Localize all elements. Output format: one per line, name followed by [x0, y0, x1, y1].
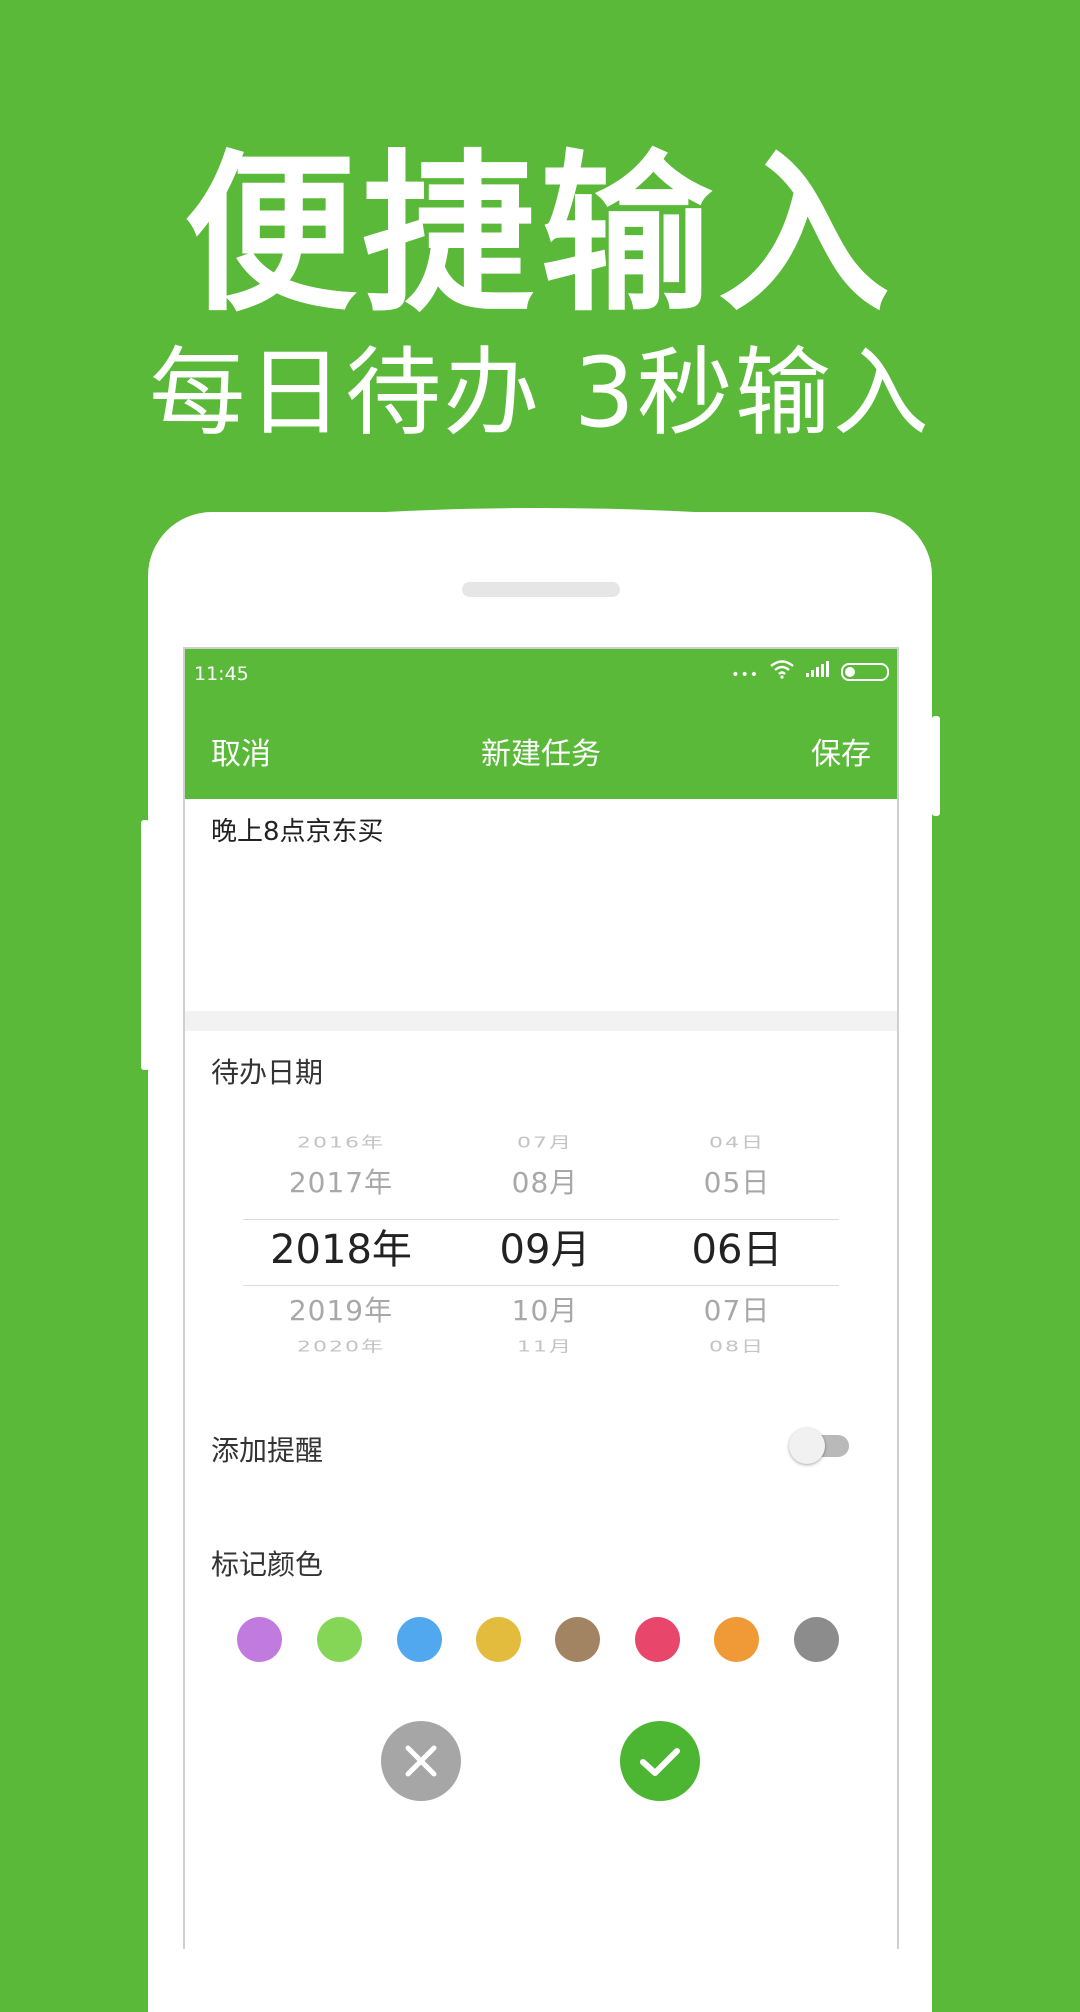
- color-swatches: [237, 1617, 857, 1665]
- status-icons: •••: [731, 659, 889, 684]
- year-option[interactable]: 2019年: [241, 1289, 441, 1329]
- save-button[interactable]: 保存: [811, 729, 871, 773]
- phone-speaker: [462, 582, 620, 597]
- wifi-icon: [769, 659, 795, 684]
- task-input[interactable]: 晚上8点京东买: [211, 811, 384, 848]
- color-swatch-gray[interactable]: [794, 1617, 839, 1662]
- month-option[interactable]: 08月: [445, 1161, 645, 1201]
- month-option[interactable]: 10月: [445, 1289, 645, 1329]
- toggle-knob: [789, 1428, 825, 1464]
- signal-icon: [805, 660, 831, 683]
- app-bar: 取消 新建任务 保存: [185, 699, 897, 799]
- cancel-circle-button[interactable]: [381, 1721, 461, 1801]
- day-option[interactable]: 05日: [637, 1161, 837, 1201]
- day-option[interactable]: 04日: [637, 1130, 837, 1152]
- phone-top-curve: [190, 508, 890, 588]
- month-selected[interactable]: 09月: [445, 1217, 645, 1275]
- check-icon: [640, 1748, 680, 1776]
- more-dots-icon: •••: [731, 666, 759, 683]
- color-swatch-brown[interactable]: [555, 1617, 600, 1662]
- year-option[interactable]: 2017年: [241, 1161, 441, 1201]
- month-option[interactable]: 07月: [445, 1130, 645, 1152]
- reminder-label: 添加提醒: [211, 1434, 324, 1467]
- close-icon: [405, 1745, 437, 1777]
- promo-subline: 每日待办 3秒输入: [149, 337, 931, 449]
- phone-side-button-right: [932, 716, 940, 816]
- date-section-label: 待办日期: [211, 1056, 324, 1089]
- color-section-label: 标记颜色: [211, 1548, 324, 1581]
- reminder-toggle[interactable]: [789, 1428, 851, 1464]
- color-swatch-purple[interactable]: [237, 1617, 282, 1662]
- year-option[interactable]: 2020年: [241, 1334, 441, 1356]
- day-option[interactable]: 08日: [637, 1334, 837, 1356]
- section-divider: [185, 1011, 897, 1031]
- page-title: 新建任务: [481, 737, 601, 772]
- year-selected[interactable]: 2018年: [241, 1217, 441, 1275]
- phone-screen: 11:45 ••• 取消 新建任务 保存 晚上8点京东买 待办日期 2016年 …: [183, 647, 899, 1949]
- color-swatch-blue[interactable]: [397, 1617, 442, 1662]
- year-option[interactable]: 2016年: [241, 1130, 441, 1152]
- promo-headline: 便捷输入: [184, 134, 896, 335]
- status-bar: 11:45 •••: [185, 649, 897, 699]
- color-swatch-yellow[interactable]: [476, 1617, 521, 1662]
- confirm-circle-button[interactable]: [620, 1721, 700, 1801]
- battery-icon: [841, 662, 889, 681]
- color-swatch-red[interactable]: [635, 1617, 680, 1662]
- color-swatch-green[interactable]: [317, 1617, 362, 1662]
- color-swatch-orange[interactable]: [714, 1617, 759, 1662]
- day-option[interactable]: 07日: [637, 1289, 837, 1329]
- day-selected[interactable]: 06日: [637, 1217, 837, 1275]
- date-picker[interactable]: 2016年 2017年 2018年 2019年 2020年 07月 08月 09…: [241, 1119, 841, 1356]
- month-option[interactable]: 11月: [445, 1334, 645, 1356]
- status-time: 11:45: [194, 663, 249, 685]
